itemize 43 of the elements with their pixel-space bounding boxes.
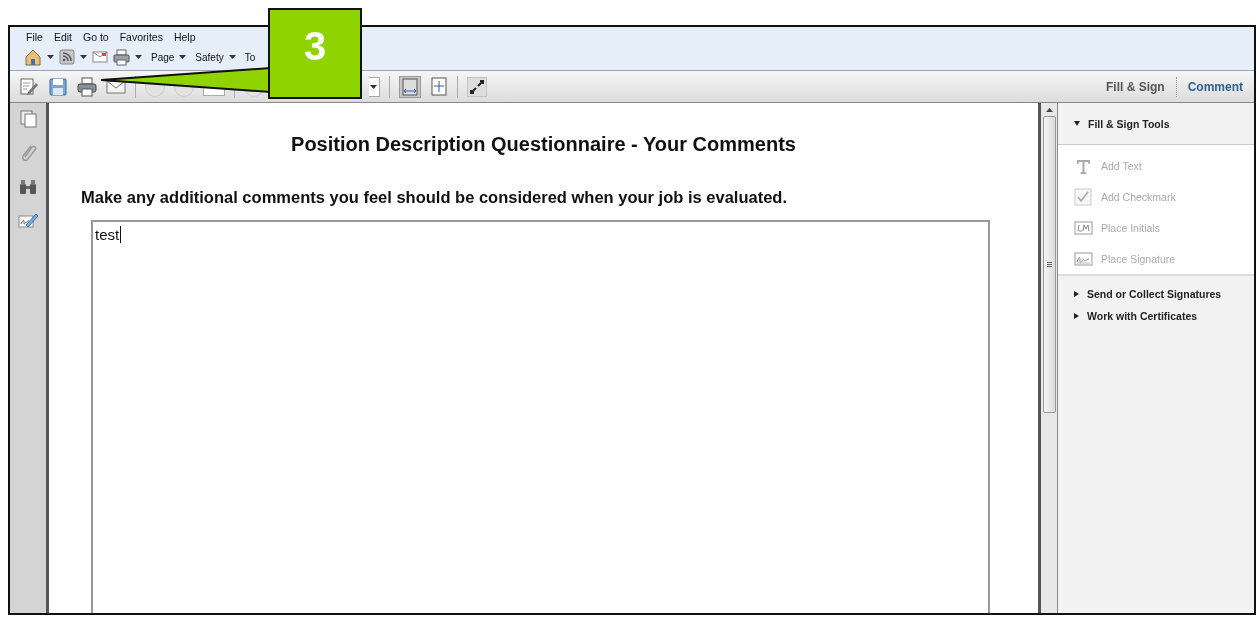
command-menu[interactable]: Page — [151, 51, 175, 63]
checkmark-icon — [1074, 188, 1093, 206]
home-icon[interactable] — [24, 48, 42, 66]
grip-icon[interactable] — [1046, 262, 1052, 267]
command-menu[interactable]: To — [244, 51, 256, 63]
text-tool-icon — [1074, 157, 1093, 175]
command-menu[interactable]: Safety — [195, 51, 224, 63]
caret-icon[interactable] — [228, 55, 236, 59]
fit-width-button[interactable] — [399, 75, 421, 98]
section-header[interactable]: Work with Certificates — [1058, 310, 1254, 322]
callout-number: 3 — [268, 8, 362, 99]
edit-icon[interactable] — [19, 76, 39, 97]
pages-icon[interactable] — [18, 109, 38, 129]
question-text: Make any additional comments you feel should be considered when your job is evaluated. — [81, 188, 788, 207]
comment-field[interactable]: test — [91, 220, 990, 613]
menu-item[interactable]: File — [26, 31, 43, 43]
menu-item[interactable]: Help — [173, 31, 196, 43]
binoculars-icon[interactable] — [18, 177, 38, 197]
section-header[interactable]: Send or Collect Signatures — [1058, 288, 1254, 300]
caret-icon[interactable] — [47, 55, 54, 59]
caret-icon[interactable] — [370, 84, 377, 89]
caret-icon[interactable] — [135, 55, 142, 59]
full-screen-icon[interactable] — [467, 76, 487, 97]
menu-item[interactable]: Edit — [53, 31, 72, 43]
caret-icon[interactable] — [80, 55, 87, 59]
signature-icon — [1074, 250, 1093, 268]
scrollbar[interactable] — [1041, 103, 1058, 613]
caret-icon[interactable] — [179, 55, 187, 59]
print-icon[interactable] — [113, 48, 130, 66]
document-title: Position Description Questionnaire - Your Comments — [290, 133, 797, 156]
save-icon[interactable] — [48, 76, 68, 97]
scroll-up-icon[interactable] — [1045, 108, 1053, 112]
signature-pen-icon[interactable] — [17, 211, 39, 230]
menu-item[interactable]: Favorites — [119, 31, 163, 43]
menu-item[interactable]: Go to — [83, 31, 109, 43]
feed-icon[interactable] — [59, 49, 75, 65]
fit-width-icon — [401, 77, 419, 96]
fit-page-icon[interactable] — [430, 77, 448, 96]
initials-icon — [1074, 219, 1093, 237]
pane-tab[interactable]: Fill & Sign — [1095, 79, 1176, 94]
pane-tab[interactable]: Comment — [1176, 79, 1254, 94]
print-icon[interactable] — [77, 76, 97, 97]
zoom-dropdown[interactable] — [369, 76, 380, 97]
